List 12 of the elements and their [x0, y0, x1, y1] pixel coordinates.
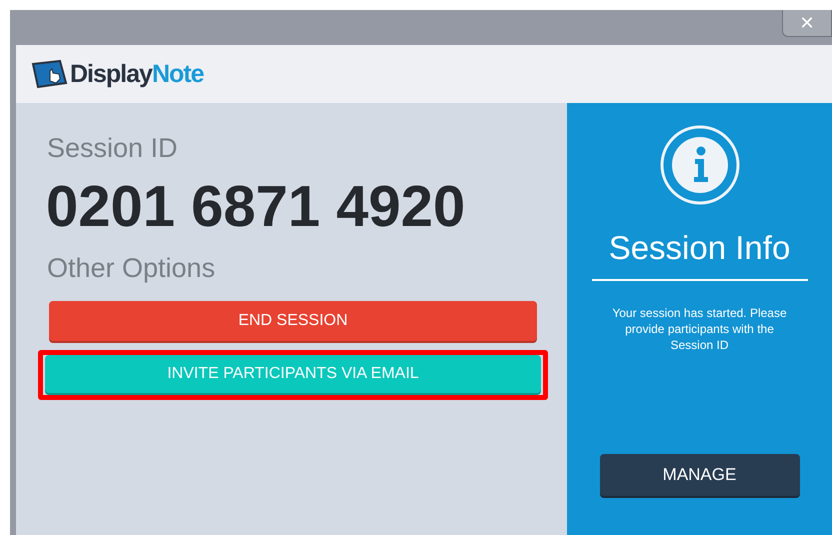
manage-button[interactable]: MANAGE	[600, 454, 800, 496]
options-heading: Other Options	[47, 252, 216, 284]
info-text: Your session has started. Please provide participants with the Session ID	[611, 305, 788, 354]
info-icon	[660, 125, 740, 205]
close-button[interactable]: ✕	[782, 10, 832, 37]
panel-title: Session Info	[592, 229, 808, 281]
invite-button[interactable]: INVITE PARTICIPANTS VIA EMAIL	[45, 354, 541, 393]
logo-wordmark: DisplayNote	[70, 60, 204, 88]
session-id: 0201 6871 4920	[46, 174, 466, 241]
end-session-button[interactable]: END SESSION	[49, 300, 537, 341]
session-id-label: Session ID	[47, 133, 179, 164]
tablet-hand-icon	[30, 59, 70, 89]
